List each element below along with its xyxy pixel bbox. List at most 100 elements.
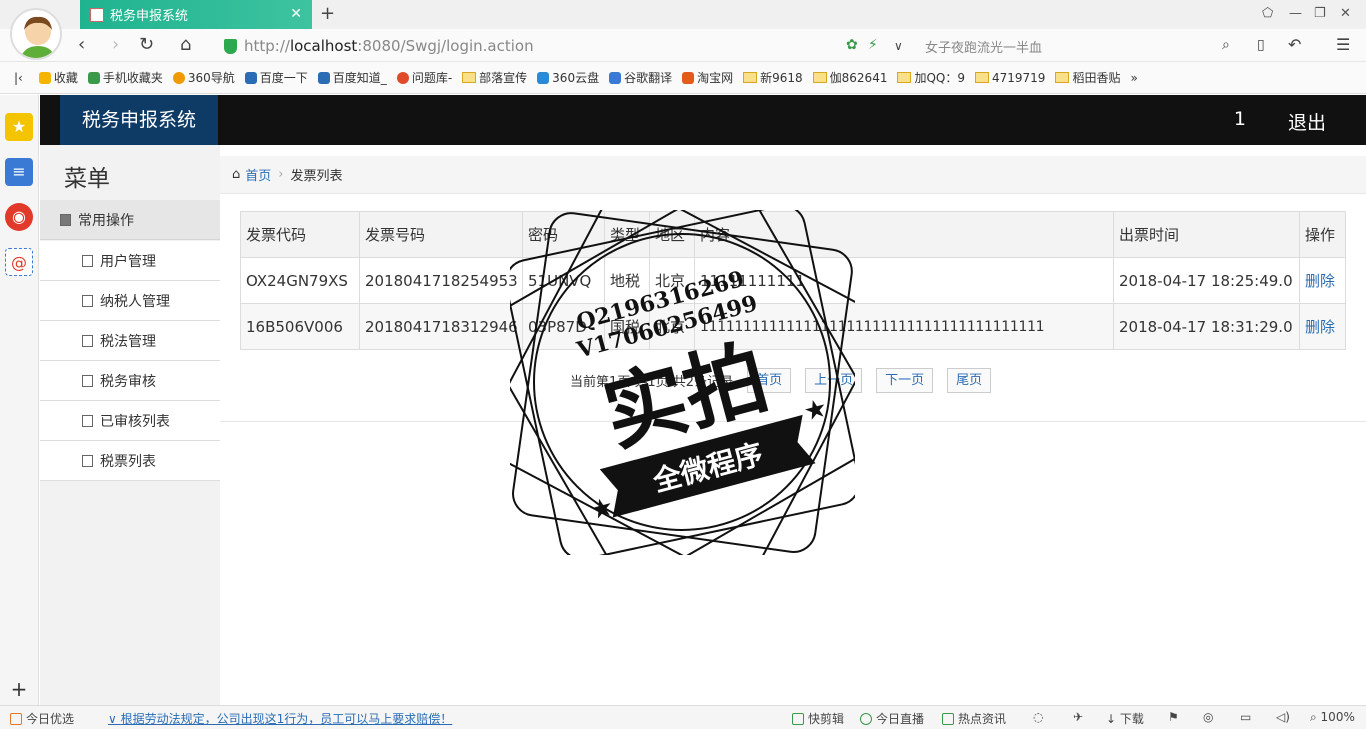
- menu-icon[interactable]: ☰: [1336, 35, 1350, 54]
- bookmark-item[interactable]: 谷歌翻译: [609, 69, 672, 86]
- cell-number: 2018041718312946: [359, 303, 523, 350]
- browser-tab[interactable]: 税务申报系统 ✕: [80, 0, 312, 29]
- favorites-star-icon[interactable]: ★: [5, 113, 33, 141]
- dropdown-icon[interactable]: ∨: [894, 39, 903, 53]
- delete-link[interactable]: 删除: [1299, 303, 1346, 350]
- sidebar-item-invoice-list[interactable]: 税票列表: [40, 441, 220, 481]
- status-item[interactable]: 热点资讯: [942, 710, 1006, 727]
- col-header: 操作: [1299, 211, 1346, 258]
- bookmark-folder[interactable]: 稻田香贴: [1055, 69, 1120, 86]
- bookmark-item[interactable]: 百度一下: [244, 69, 308, 86]
- cell-type: 地税: [604, 257, 650, 304]
- col-header: 发票号码: [359, 211, 523, 258]
- bookmark-item[interactable]: 手机收藏夹: [87, 69, 163, 86]
- breadcrumb-home-link[interactable]: 首页: [245, 165, 271, 184]
- current-user[interactable]: 1: [1234, 108, 1246, 130]
- close-window-icon[interactable]: ✕: [1340, 6, 1351, 21]
- new-tab-icon[interactable]: +: [320, 3, 335, 24]
- window-icon[interactable]: ▭: [1240, 710, 1251, 724]
- bookmark-folder[interactable]: 加QQ：9: [897, 69, 965, 86]
- cell-password: 03P87D: [522, 303, 605, 350]
- bookmark-folder[interactable]: 新9618: [743, 69, 803, 86]
- sidebar-item-audited-list[interactable]: 已审核列表: [40, 401, 220, 441]
- email-icon[interactable]: @: [5, 248, 33, 276]
- col-header: 密码: [522, 211, 605, 258]
- refresh-icon[interactable]: ◌: [1033, 710, 1043, 724]
- bookmark-folder[interactable]: 部落宣传: [462, 69, 527, 86]
- app-sidebar: 菜单 常用操作 用户管理 纳税人管理 税法管理 税务审核 已审核列表 税票列表: [40, 145, 220, 705]
- delete-link[interactable]: 删除: [1299, 257, 1346, 304]
- star-icon: ★: [587, 492, 617, 527]
- menu-group-common[interactable]: 常用操作: [40, 200, 220, 240]
- news-ticker[interactable]: ∨ 根据劳动法规定，公司出现这1行为，员工可以马上要求赔偿！: [108, 710, 452, 727]
- browser-icon[interactable]: ◎: [1203, 710, 1213, 724]
- bookmark-folder[interactable]: 伽862641: [812, 69, 887, 86]
- cell-region: 北京: [649, 303, 695, 350]
- cell-content: 11111111111: [694, 257, 1114, 304]
- secure-shield-icon: [224, 38, 237, 54]
- flag-icon[interactable]: ⚑: [1168, 710, 1179, 724]
- search-icon[interactable]: ⌕: [1222, 37, 1230, 53]
- search-input[interactable]: 女子夜跑流光一半血: [925, 37, 1042, 56]
- bookmark-item[interactable]: 问题库-: [396, 69, 452, 86]
- pin-icon[interactable]: ✈: [1073, 710, 1083, 724]
- col-header: 内容: [694, 211, 1114, 258]
- col-header: 地区: [649, 211, 695, 258]
- bookmark-item[interactable]: 360导航: [172, 69, 235, 86]
- app-header: 税务申报系统 1 退出: [40, 95, 1366, 145]
- cell-code: OX24GN79XS: [240, 257, 360, 304]
- sidebar-item-users[interactable]: 用户管理: [40, 241, 220, 281]
- daily-picks[interactable]: 今日优选: [10, 710, 74, 727]
- bookmark-item[interactable]: 百度知道_: [317, 69, 387, 86]
- bookmark-item[interactable]: 收藏: [38, 69, 78, 86]
- invoice-table: 发票代码 发票号码 密码 类型 地区 内容 出票时间 操作 OX24GN79XS…: [240, 211, 1346, 350]
- bookmarks-toggle-icon[interactable]: |‹: [14, 71, 23, 85]
- download-link[interactable]: ↓ 下载: [1106, 710, 1144, 727]
- news-icon[interactable]: ≡: [5, 158, 33, 186]
- bookmark-item[interactable]: 淘宝网: [682, 69, 733, 86]
- bookmark-folder[interactable]: 4719719: [975, 71, 1045, 85]
- status-item[interactable]: 今日直播: [860, 710, 924, 727]
- app-brand[interactable]: 税务申报系统: [60, 95, 218, 145]
- first-page-button[interactable]: 首页: [747, 368, 792, 393]
- bookmarks-bar: |‹ 收藏 手机收藏夹 360导航 百度一下 百度知道_ 问题库- 部落宣传 3…: [0, 62, 1366, 94]
- undo-icon[interactable]: ↶: [1288, 35, 1301, 54]
- minimize-icon[interactable]: —: [1289, 6, 1302, 21]
- sidebar-item-tax-law[interactable]: 税法管理: [40, 321, 220, 361]
- phone-icon[interactable]: ▯: [1257, 37, 1265, 53]
- sound-icon[interactable]: ◁): [1276, 710, 1290, 724]
- maximize-icon[interactable]: ❐: [1314, 6, 1326, 21]
- user-avatar[interactable]: [10, 8, 62, 60]
- url-field[interactable]: http://localhost:8080/Swgj/login.action: [224, 35, 904, 57]
- prev-page-button[interactable]: 上一页: [805, 368, 863, 393]
- sidebar-item-tax-audit[interactable]: 税务审核: [40, 361, 220, 401]
- status-item[interactable]: 快剪辑: [792, 710, 844, 727]
- star-icon: ★: [800, 393, 830, 428]
- skin-icon[interactable]: ⬠: [1262, 6, 1273, 21]
- url-path: :8080/Swgj/login.action: [357, 37, 534, 55]
- bookmark-item[interactable]: 360云盘: [537, 69, 599, 86]
- tab-close-icon[interactable]: ✕: [290, 6, 302, 22]
- last-page-button[interactable]: 尾页: [947, 368, 992, 393]
- forward-icon[interactable]: ›: [112, 34, 119, 55]
- cell-password: 51UNVQ: [522, 257, 605, 304]
- sidebar-item-taxpayers[interactable]: 纳税人管理: [40, 281, 220, 321]
- table-header-row: 发票代码 发票号码 密码 类型 地区 内容 出票时间 操作: [240, 211, 1346, 258]
- table-row: OX24GN79XS 2018041718254953 51UNVQ 地税 北京…: [240, 257, 1346, 304]
- content-divider: [220, 421, 1366, 422]
- cell-content: 1111111111111111111111111111111111111111: [694, 303, 1114, 350]
- reload-icon[interactable]: ↻: [139, 34, 154, 55]
- speed-icon[interactable]: ✿: [846, 37, 858, 53]
- logout-link[interactable]: 退出: [1288, 108, 1326, 135]
- back-icon[interactable]: ‹: [78, 34, 85, 55]
- zoom-level[interactable]: ⌕ 100%: [1310, 710, 1355, 725]
- url-scheme: http://: [244, 37, 290, 55]
- lightning-icon[interactable]: ⚡: [868, 37, 878, 53]
- home-icon[interactable]: ⌂: [180, 34, 191, 55]
- envelope-icon: [82, 374, 93, 387]
- weibo-icon[interactable]: ◉: [5, 203, 33, 231]
- more-bookmarks-icon[interactable]: »: [1130, 71, 1137, 85]
- next-page-button[interactable]: 下一页: [876, 368, 934, 393]
- add-icon[interactable]: +: [5, 675, 33, 703]
- envelope-icon: [82, 454, 93, 467]
